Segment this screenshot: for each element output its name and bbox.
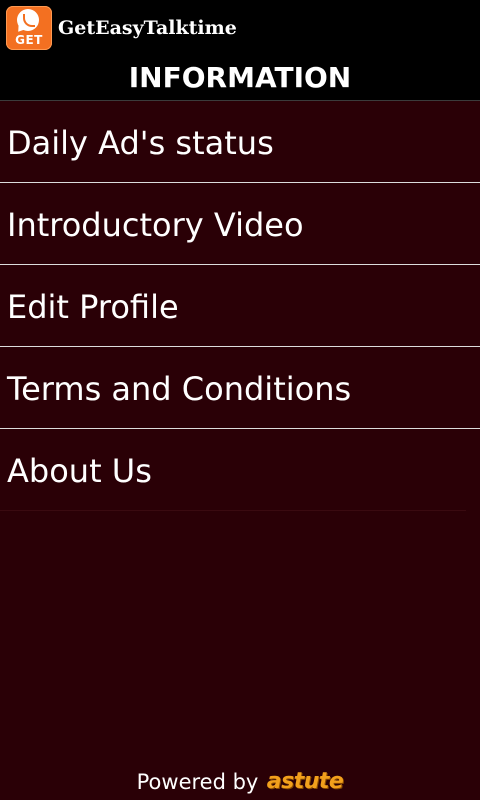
menu-item-introductory-video[interactable]: Introductory Video <box>0 183 480 265</box>
menu-item-daily-ads-status[interactable]: Daily Ad's status <box>0 101 480 183</box>
page-title: INFORMATION <box>0 56 480 100</box>
app-bar: GET GetEasyTalktime <box>0 0 480 56</box>
menu-item-about-us[interactable]: About Us <box>0 429 466 511</box>
menu-item-terms-and-conditions[interactable]: Terms and Conditions <box>0 347 480 429</box>
astute-brand-logo: astute <box>266 769 344 794</box>
information-menu: Daily Ad's status Introductory Video Edi… <box>0 101 480 511</box>
footer: Powered by astute <box>0 764 480 800</box>
app-logo-icon: GET <box>6 6 52 50</box>
app-logo-text: GET <box>15 33 43 47</box>
app-name: GetEasyTalktime <box>58 17 237 39</box>
powered-by-text: Powered by <box>136 770 259 794</box>
menu-item-edit-profile[interactable]: Edit Profile <box>0 265 480 347</box>
